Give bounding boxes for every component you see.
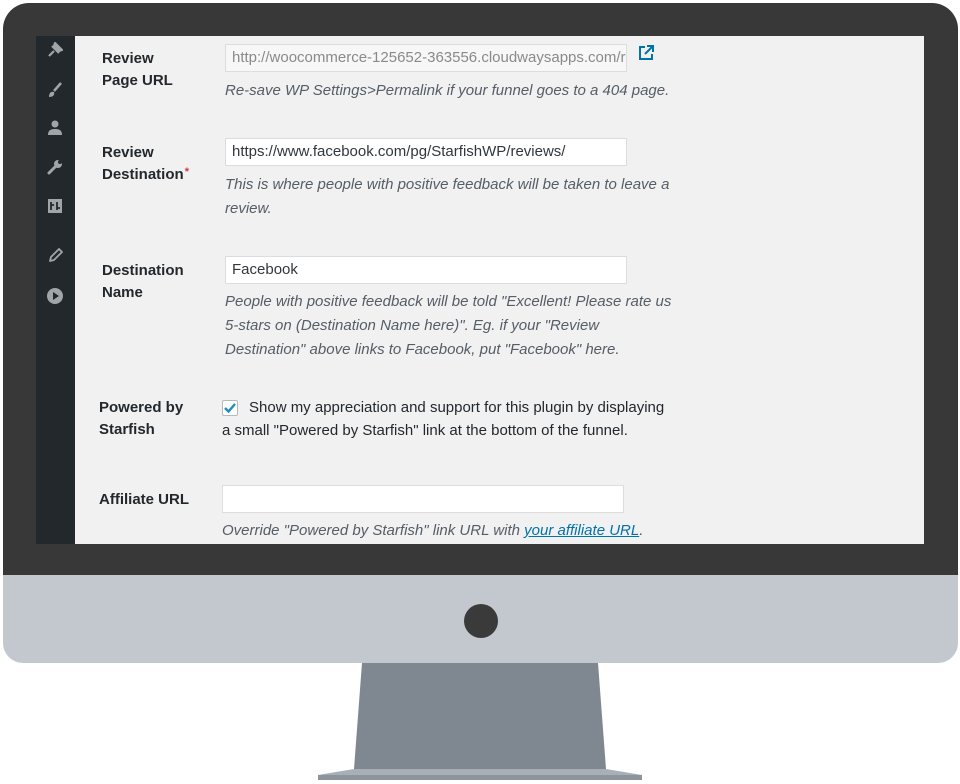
screen: Review Page URL http://woocommerce-12565… (36, 36, 924, 544)
label-text: Destination (102, 166, 184, 183)
description-text: Override "Powered by Starfish" link URL … (222, 522, 525, 539)
settings-form: Review Page URL http://woocommerce-12565… (75, 36, 924, 544)
label-line: Review (102, 144, 154, 161)
label-line: Name (102, 284, 143, 301)
pin-icon[interactable] (45, 40, 65, 60)
affiliate-url-description: Override "Powered by Starfish" link URL … (222, 519, 643, 543)
review-destination-field[interactable]: https://www.facebook.com/pg/StarfishWP/r… (225, 138, 627, 166)
required-star: * (184, 166, 189, 178)
powered-by-label: Powered by Starfish (99, 397, 183, 441)
label-line: Review (102, 50, 154, 67)
powered-by-text-line2: a small "Powered by Starfish" link at th… (222, 422, 628, 439)
description-text: . (639, 522, 644, 539)
review-page-url-description: Re-save WP Settings>Permalink if your fu… (225, 82, 670, 99)
affiliate-url-link[interactable]: your affiliate URL (524, 522, 639, 539)
paintbrush-icon[interactable] (45, 80, 65, 100)
description-line: Destination" above links to Facebook, pu… (225, 341, 620, 358)
pencil-icon[interactable] (45, 246, 65, 266)
label-line: Destination (102, 262, 184, 279)
admin-sidebar (36, 36, 75, 544)
monitor-stand (318, 663, 642, 780)
destination-name-description: People with positive feedback will be to… (225, 290, 671, 362)
review-page-url-field[interactable]: http://woocommerce-125652-363556.cloudwa… (225, 44, 627, 72)
review-destination-label: Review Destination* (102, 142, 189, 186)
description-line: review. (225, 200, 272, 217)
play-icon[interactable] (45, 286, 65, 306)
destination-name-label: Destination Name (102, 260, 184, 304)
monitor-logo-dot (464, 604, 498, 638)
powered-by-text-line1: Show my appreciation and support for thi… (249, 399, 665, 416)
external-link-icon[interactable] (637, 44, 655, 62)
affiliate-url-label: Affiliate URL (99, 491, 189, 508)
settings-grid-icon[interactable] (45, 196, 65, 216)
label-line: Starfish (99, 421, 155, 438)
affiliate-url-field[interactable] (222, 485, 624, 513)
powered-by-checkbox[interactable] (222, 400, 238, 416)
review-destination-description: This is where people with positive feedb… (225, 173, 669, 221)
destination-name-field[interactable]: Facebook (225, 256, 627, 284)
wrench-icon[interactable] (45, 157, 65, 177)
description-line: People with positive feedback will be to… (225, 293, 672, 310)
checkmark-icon (224, 403, 236, 414)
label-line: Destination* (102, 164, 189, 186)
description-line: This is where people with positive feedb… (225, 176, 670, 193)
label-line: Powered by (99, 399, 184, 416)
users-icon[interactable] (45, 118, 65, 138)
label-line: Page URL (102, 72, 173, 89)
review-page-url-label: Review Page URL (102, 48, 173, 92)
description-line: 5-stars on (Destination Name here)". Eg.… (225, 317, 600, 334)
